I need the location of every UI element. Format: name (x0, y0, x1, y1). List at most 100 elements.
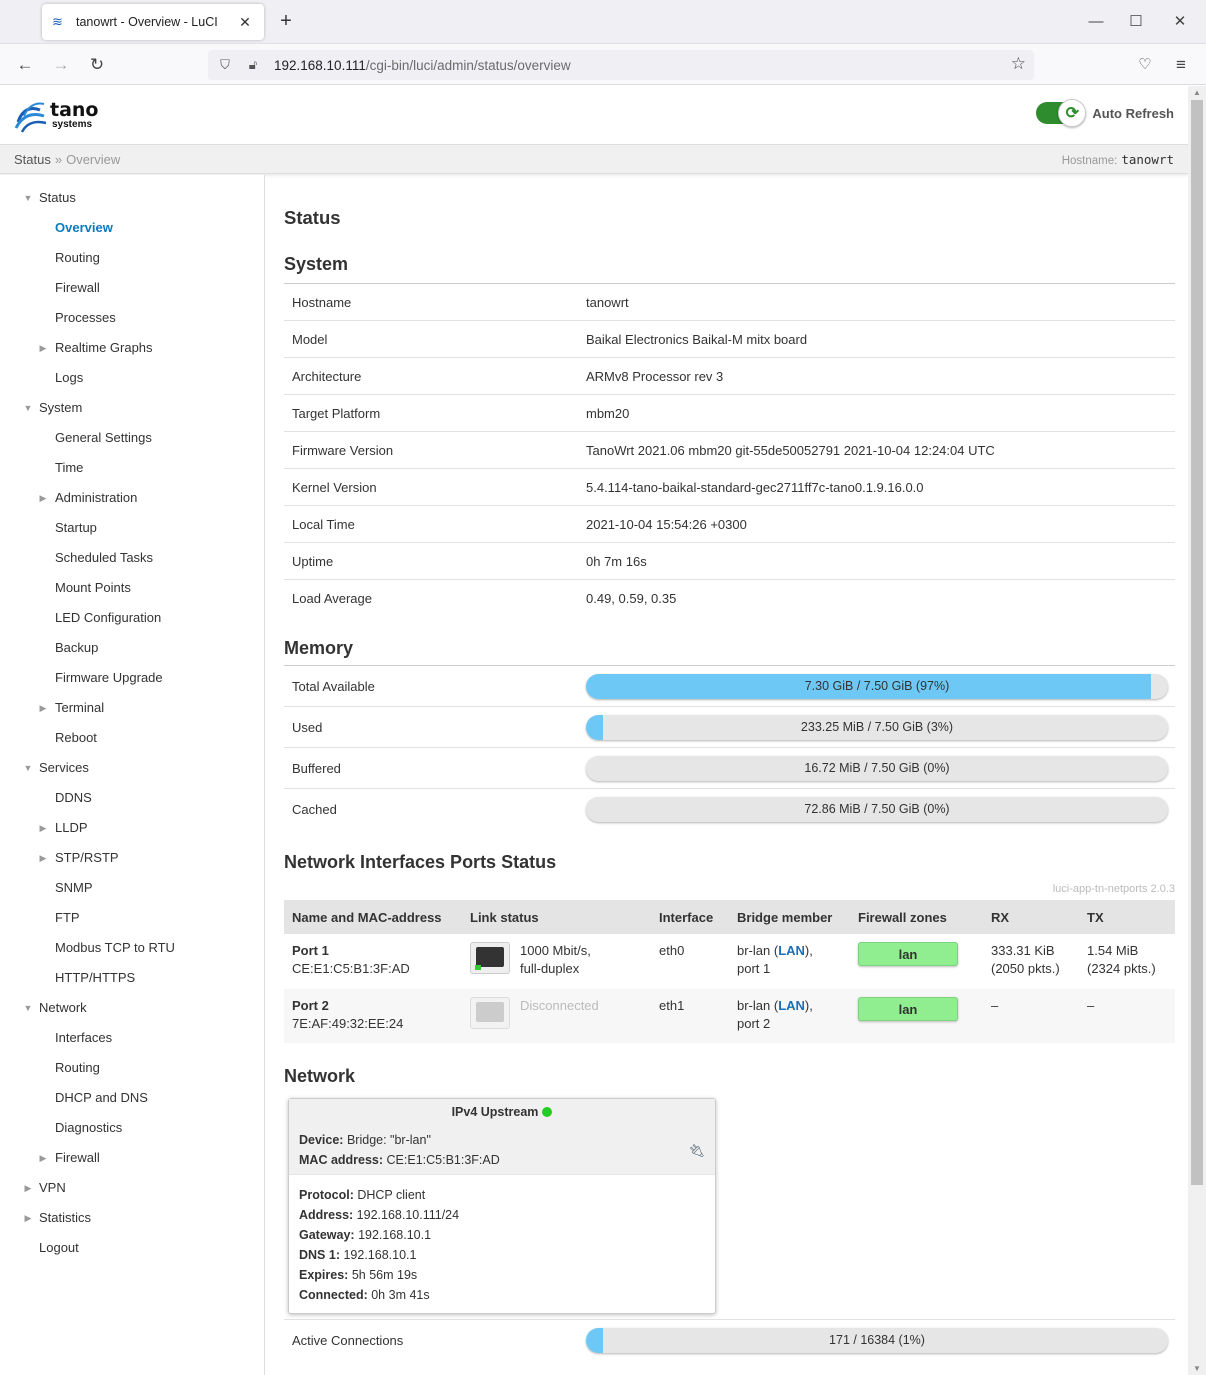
page-title: Status (284, 207, 341, 228)
breadcrumb-bar: Status» Overview Hostname: tanowrt (0, 144, 1188, 174)
minimize-window-button[interactable]: — (1082, 10, 1110, 34)
new-tab-button[interactable]: + (274, 10, 298, 34)
forward-button[interactable]: → (48, 52, 74, 78)
network-heading: Network (284, 1066, 356, 1086)
status-online-icon (542, 1107, 553, 1117)
ports-heading: Network Interfaces Ports Status (284, 852, 557, 872)
progress-bar: 16.72 MiB / 7.50 GiB (0%) (586, 756, 1168, 781)
chevron-down-icon: ▼ (23, 193, 33, 203)
breadcrumb-status[interactable]: Status (14, 152, 51, 167)
memory-row: Cached 72.86 MiB / 7.50 GiB (0%) (284, 788, 1175, 829)
column-header: Firewall zones (850, 900, 983, 934)
chevron-right-icon: ▶ (24, 1213, 32, 1223)
system-row: Local Time 2021-10-04 15:54:26 +0300 (284, 505, 1175, 542)
system-row: Kernel Version 5.4.114-tano-baikal-standa… (284, 468, 1175, 505)
chevron-right-icon: ▶ (39, 823, 47, 833)
page-scrollbar[interactable]: ▲ ▼ (1188, 86, 1206, 1375)
system-row: Target Platform mbm20 (284, 394, 1175, 431)
ports-table: Name and MAC-address Link status Interfa… (284, 900, 1175, 1043)
port-mac: CE:E1:C5:B1:3F:AD (292, 961, 410, 976)
column-header: Bridge member (729, 900, 850, 934)
address-bar[interactable]: ⛉ 🔓︎ 192.168.10.111/cgi-bin/luci/admin/s… (208, 50, 1034, 80)
header-hostname: Hostname: tanowrt (1062, 152, 1174, 167)
system-row: Load Average 0.49, 0.59, 0.35 (284, 579, 1175, 616)
network-device-icon: 🔌︎ (688, 1143, 705, 1158)
memory-heading: Memory (284, 638, 354, 658)
tano-logo[interactable]: tano systems (14, 94, 98, 136)
link-status: Disconnected (520, 998, 599, 1013)
auto-refresh-toggle[interactable]: ⟳ (1036, 99, 1087, 127)
memory-row: Used 233.25 MiB / 7.50 GiB (3%) (284, 706, 1175, 747)
luci-favicon-icon: ≋ (52, 14, 63, 29)
system-row: Uptime 0h 7m 16s (284, 542, 1175, 579)
auto-refresh-control[interactable]: ⟳ Auto Refresh (1036, 99, 1174, 127)
back-button[interactable]: ← (12, 52, 38, 78)
firewall-zone-badge[interactable]: lan (858, 942, 958, 966)
logo-subtext: systems (52, 118, 93, 130)
memory-row: Buffered 16.72 MiB / 7.50 GiB (0%) (284, 747, 1175, 788)
column-header: Name and MAC-address (284, 900, 462, 934)
url-text[interactable]: 192.168.10.111/cgi-bin/luci/admin/status… (274, 58, 571, 73)
maximize-window-button[interactable]: ☐ (1122, 10, 1150, 34)
chevron-down-icon: ▼ (23, 763, 33, 773)
scrollbar-thumb[interactable] (1191, 100, 1203, 1185)
lan-link[interactable]: LAN (778, 998, 805, 1013)
ethernet-port-down-icon (470, 997, 510, 1029)
link-speed: 1000 Mbit/s, (520, 943, 591, 958)
active-connections-row: Active Connections 171 / 16384 (1%) (284, 1319, 1175, 1360)
close-tab-icon[interactable]: ✕ (236, 14, 254, 31)
system-row: Firmware Version TanoWrt 2021.06 mbm20 gi… (284, 431, 1175, 468)
progress-bar: 72.86 MiB / 7.50 GiB (0%) (586, 797, 1168, 822)
menu-icon[interactable]: ≡ (1168, 52, 1194, 78)
table-row: Port 2 7E:AF:49:32:EE:24 Disconnected eth… (284, 989, 1175, 1043)
hostname-value: tanowrt (1121, 152, 1174, 167)
port-mac: 7E:AF:49:32:EE:24 (292, 1016, 404, 1031)
chevron-down-icon: ▼ (23, 1003, 33, 1013)
system-row: Model Baikal Electronics Baikal-M mitx bo… (284, 320, 1175, 357)
insecure-lock-icon[interactable]: 🔓︎ (242, 57, 264, 73)
chevron-right-icon: ▶ (39, 493, 47, 503)
refresh-icon: ⟳ (1058, 99, 1087, 127)
scroll-down-icon[interactable]: ▼ (1188, 1364, 1206, 1373)
hostname-label: Hostname: (1061, 155, 1118, 167)
close-window-button[interactable]: ✕ (1166, 10, 1194, 34)
firewall-zone-badge[interactable]: lan (858, 997, 958, 1021)
port-interface: eth0 (659, 943, 685, 958)
ethernet-port-up-icon (470, 942, 510, 974)
shield-icon[interactable]: ⛉ (214, 57, 236, 73)
chevron-right-icon: ▶ (39, 703, 47, 713)
pocket-icon[interactable]: ♡ (1132, 52, 1158, 78)
bookmark-star-icon[interactable]: ☆ (1011, 54, 1026, 74)
scroll-up-icon[interactable]: ▲ (1188, 88, 1206, 97)
column-header: RX (983, 900, 1079, 934)
logo-text: tano (50, 98, 99, 121)
sidebar: ▼ Status Overview Routing Firewall Proces… (0, 175, 265, 1375)
chevron-right-icon: ▶ (39, 1153, 47, 1163)
chevron-right-icon: ▶ (39, 343, 47, 353)
tab-title: tanowrt - Overview - LuCI (76, 15, 218, 29)
ipv4-upstream-card: IPv4 Upstream Device: Bridge: "br-lan" M… (288, 1098, 716, 1314)
ports-header-row: Name and MAC-address Link status Interfa… (284, 900, 1175, 934)
upstream-title: IPv4 Upstream (289, 1105, 715, 1119)
progress-bar: 233.25 MiB / 7.50 GiB (3%) (586, 715, 1168, 740)
browser-tab[interactable]: ≋ tanowrt - Overview - LuCI ✕ (42, 4, 264, 40)
port-name: Port 1 (292, 943, 329, 958)
table-row: Port 1 CE:E1:C5:B1:3F:AD 1000 Mbit/s, full… (284, 934, 1175, 989)
port-name: Port 2 (292, 998, 329, 1013)
system-row: Hostname tanowrt (284, 283, 1175, 320)
luci-header: tano systems ⟳ Auto Refresh (0, 86, 1188, 144)
progress-bar: 171 / 16384 (1%) (586, 1328, 1168, 1353)
chevron-right-icon: ▶ (24, 1183, 32, 1193)
reload-button[interactable]: ↻ (84, 52, 110, 78)
breadcrumb: Status» Overview (14, 152, 120, 167)
plugin-version: luci-app-tn-netports 2.0.3 (1052, 883, 1175, 895)
auto-refresh-label: Auto Refresh (1092, 105, 1174, 121)
system-heading: System (284, 254, 349, 274)
progress-bar: 7.30 GiB / 7.50 GiB (97%) (586, 674, 1168, 699)
lan-link[interactable]: LAN (778, 943, 805, 958)
browser-tabbar: ≋ tanowrt - Overview - LuCI ✕ + — ☐ ✕ (0, 0, 1206, 44)
breadcrumb-current: Overview (66, 152, 121, 167)
chevron-down-icon: ▼ (23, 403, 33, 413)
chevron-right-icon: ▶ (39, 853, 47, 863)
tano-waves-icon (14, 102, 47, 133)
